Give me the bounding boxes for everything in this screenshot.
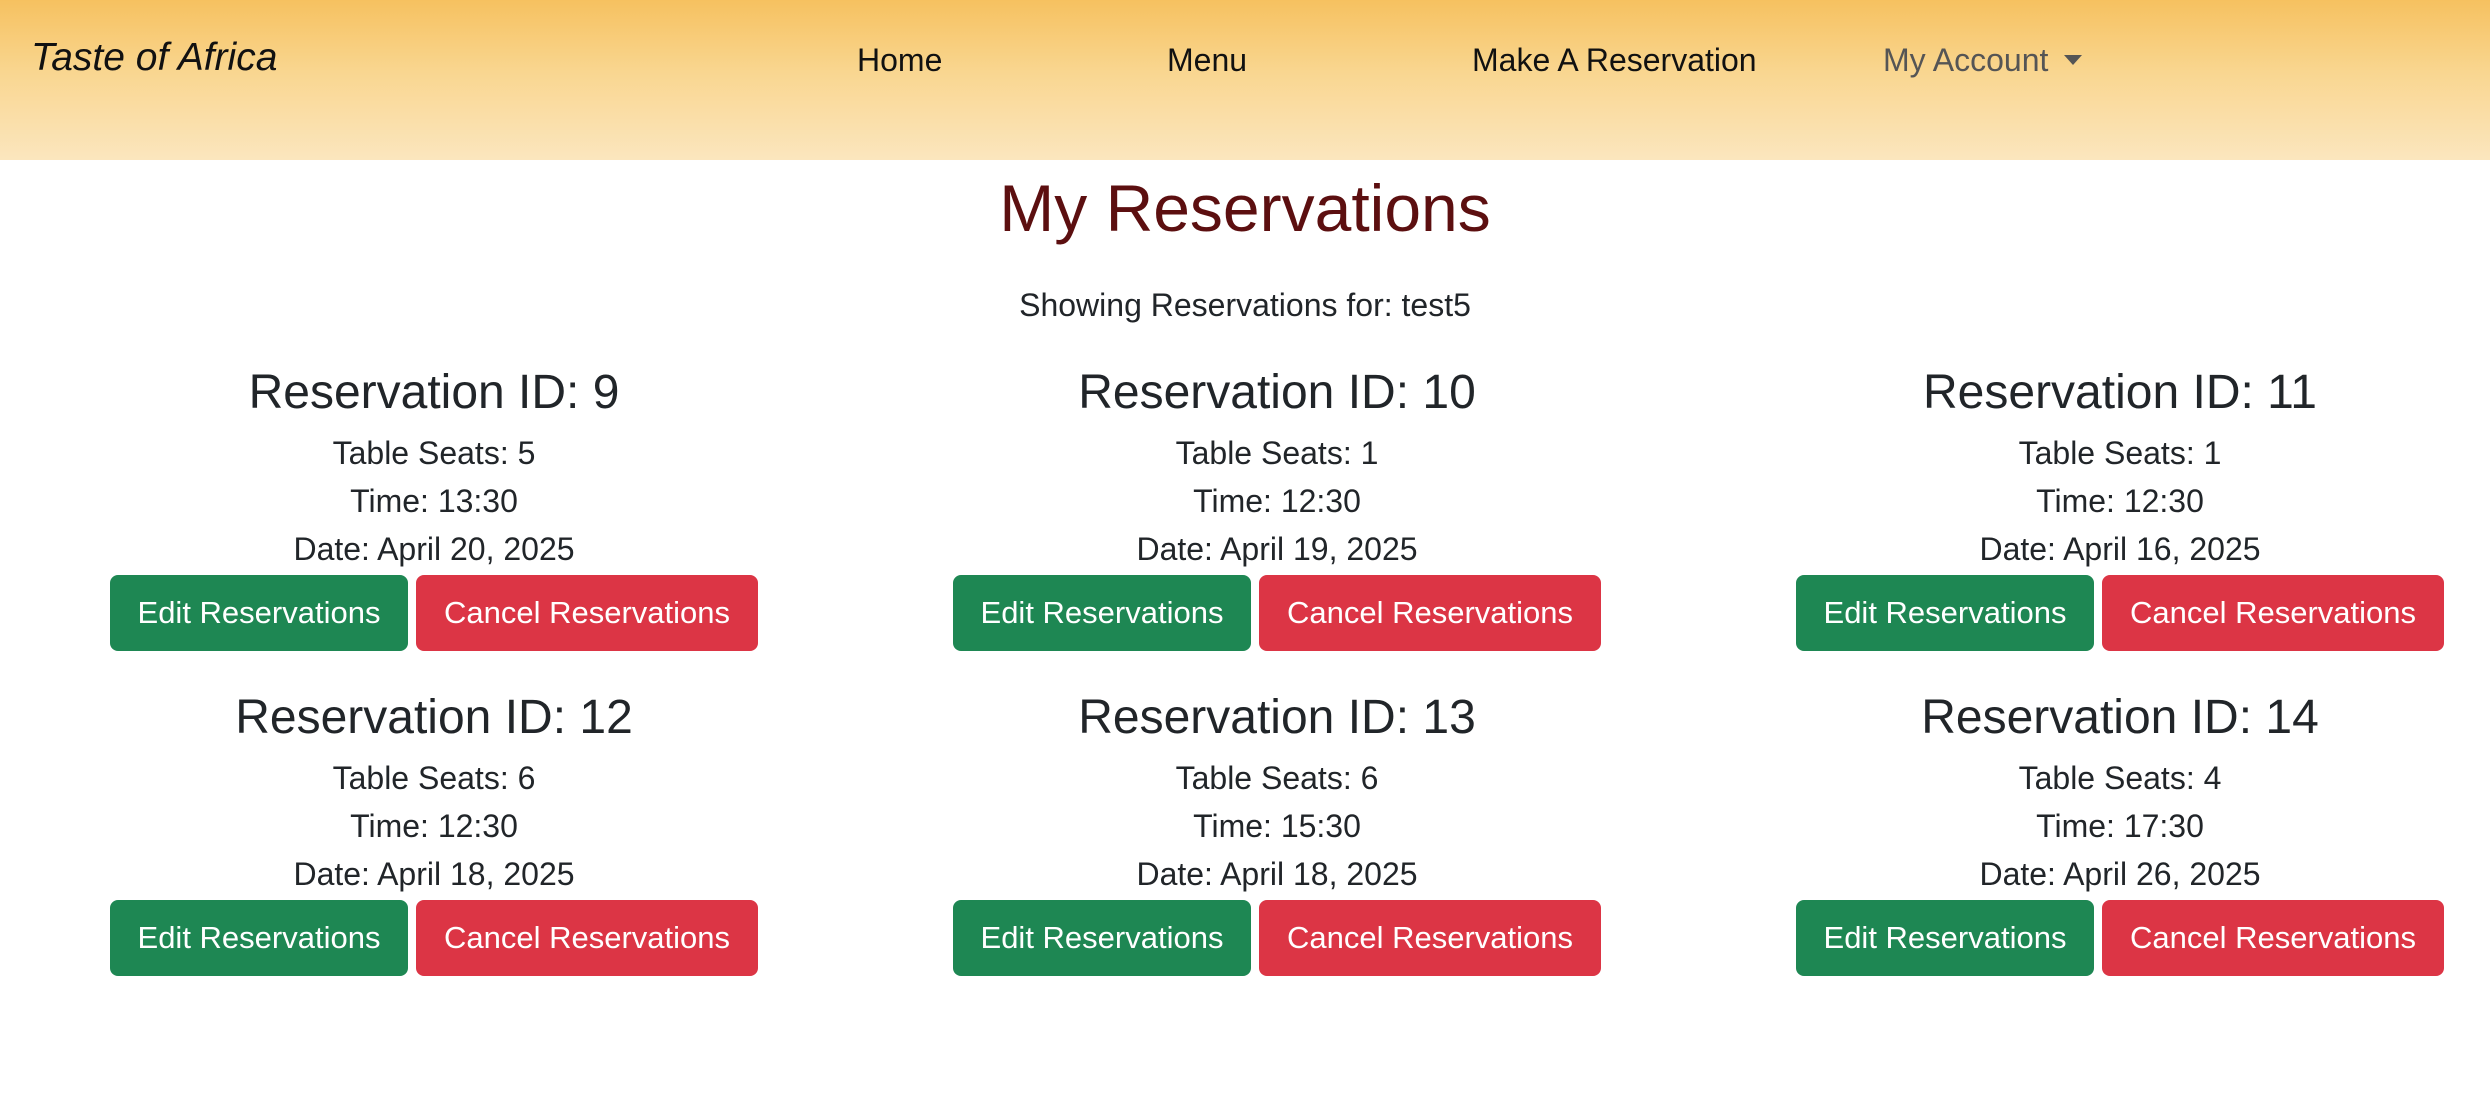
edit-reservation-button[interactable]: Edit Reservations xyxy=(1796,900,2094,976)
edit-reservation-button[interactable]: Edit Reservations xyxy=(1796,575,2094,651)
date-text: Date: April 18, 2025 xyxy=(293,856,575,892)
time-text: Time: 15:30 xyxy=(1193,808,1361,844)
nav-make-reservation-link[interactable]: Make A Reservation xyxy=(1472,42,1757,79)
my-account-label: My Account xyxy=(1883,42,2049,78)
nav-home-link[interactable]: Home xyxy=(857,42,942,79)
time-text: Time: 12:30 xyxy=(2036,483,2204,519)
reservation-id-heading: Reservation ID: 10 xyxy=(1078,366,1476,419)
edit-reservation-button[interactable]: Edit Reservations xyxy=(110,900,408,976)
reservation-id-heading: Reservation ID: 12 xyxy=(235,691,633,744)
cancel-reservation-button[interactable]: Cancel Reservations xyxy=(1259,575,1601,651)
edit-reservation-button[interactable]: Edit Reservations xyxy=(953,900,1251,976)
cancel-reservation-button[interactable]: Cancel Reservations xyxy=(416,900,758,976)
reservation-card: Reservation ID: 13 Table Seats: 6 Time: … xyxy=(927,688,1627,976)
table-seats-text: Table Seats: 6 xyxy=(1175,760,1379,796)
date-text: Date: April 18, 2025 xyxy=(1136,856,1418,892)
table-seats-text: Table Seats: 1 xyxy=(2018,435,2222,471)
date-text: Date: April 26, 2025 xyxy=(1979,856,2261,892)
time-text: Time: 13:30 xyxy=(350,483,518,519)
reservation-card: Reservation ID: 12 Table Seats: 6 Time: … xyxy=(84,688,784,976)
brand-link[interactable]: Taste of Africa xyxy=(31,36,277,80)
reservations-for-text: Showing Reservations for: test5 xyxy=(1019,287,1471,323)
time-text: Time: 12:30 xyxy=(350,808,518,844)
date-text: Date: April 16, 2025 xyxy=(1979,531,2261,567)
reservation-id-heading: Reservation ID: 13 xyxy=(1078,691,1476,744)
edit-reservation-button[interactable]: Edit Reservations xyxy=(110,575,408,651)
date-text: Date: April 20, 2025 xyxy=(293,531,575,567)
navbar: Taste of Africa Home Menu Make A Reserva… xyxy=(0,0,2490,160)
reservation-card: Reservation ID: 9 Table Seats: 5 Time: 1… xyxy=(84,363,784,651)
edit-reservation-button[interactable]: Edit Reservations xyxy=(953,575,1251,651)
time-text: Time: 12:30 xyxy=(1193,483,1361,519)
reservation-card: Reservation ID: 14 Table Seats: 4 Time: … xyxy=(1770,688,2470,976)
table-seats-text: Table Seats: 6 xyxy=(332,760,536,796)
date-text: Date: April 19, 2025 xyxy=(1136,531,1418,567)
cancel-reservation-button[interactable]: Cancel Reservations xyxy=(2102,900,2444,976)
caret-down-icon xyxy=(2064,55,2083,65)
reservation-card: Reservation ID: 11 Table Seats: 1 Time: … xyxy=(1770,363,2470,651)
table-seats-text: Table Seats: 4 xyxy=(2018,760,2222,796)
nav-menu-link[interactable]: Menu xyxy=(1167,42,1247,79)
page-title: My Reservations xyxy=(999,171,1491,245)
time-text: Time: 17:30 xyxy=(2036,808,2204,844)
nav-my-account-dropdown[interactable]: My Account xyxy=(1883,42,2083,79)
table-seats-text: Table Seats: 1 xyxy=(1175,435,1379,471)
cancel-reservation-button[interactable]: Cancel Reservations xyxy=(1259,900,1601,976)
reservation-id-heading: Reservation ID: 9 xyxy=(248,366,620,419)
table-seats-text: Table Seats: 5 xyxy=(332,435,536,471)
cancel-reservation-button[interactable]: Cancel Reservations xyxy=(2102,575,2444,651)
reservation-id-heading: Reservation ID: 11 xyxy=(1923,366,2317,419)
reservation-id-heading: Reservation ID: 14 xyxy=(1921,691,2319,744)
reservation-card: Reservation ID: 10 Table Seats: 1 Time: … xyxy=(927,363,1627,651)
cancel-reservation-button[interactable]: Cancel Reservations xyxy=(416,575,758,651)
